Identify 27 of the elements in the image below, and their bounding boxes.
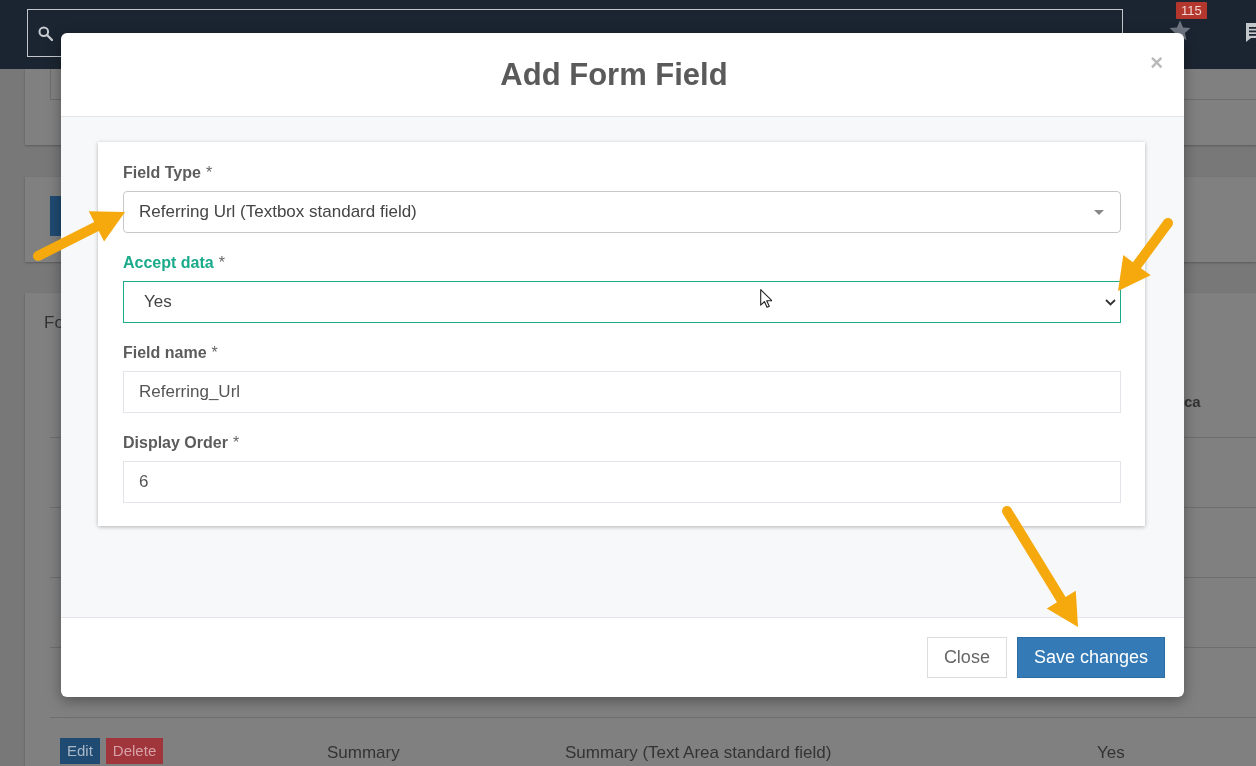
delete-button[interactable]: Delete xyxy=(105,738,164,764)
caret-icon xyxy=(1094,209,1104,215)
table-cell-text: Summary xyxy=(327,742,401,764)
table-cell-text: Yes xyxy=(1097,742,1126,764)
input-field[interactable]: Referring_Url xyxy=(123,371,1121,413)
edit-button[interactable]: Edit xyxy=(60,738,100,764)
field-label: Display Order xyxy=(123,433,228,453)
chevron-down-icon xyxy=(1105,298,1116,306)
required-mark: * xyxy=(205,163,213,183)
modal-title: Add Form Field xyxy=(500,55,728,94)
chat-icon[interactable] xyxy=(1244,22,1256,42)
required-mark: * xyxy=(211,343,218,363)
dropdown-field[interactable]: Referring Url (Textbox standard field) xyxy=(123,191,1121,233)
search-icon xyxy=(38,26,53,41)
save-button[interactable]: Save changes xyxy=(1016,637,1165,678)
table-cell-text: Summary (Text Area standard field) xyxy=(565,742,833,764)
mouse-pointer-icon xyxy=(760,289,772,308)
dropdown-field[interactable]: Yes xyxy=(123,281,1121,323)
input-field[interactable]: 6 xyxy=(123,461,1121,503)
field-label: Field name xyxy=(123,343,207,363)
close-button[interactable]: Close xyxy=(926,637,1007,678)
field-label: Accept data xyxy=(123,253,214,273)
required-mark: * xyxy=(232,433,240,453)
field-label: Field Type xyxy=(123,163,201,183)
column-header: ca xyxy=(1184,391,1201,412)
required-mark: * xyxy=(218,253,225,273)
notification-count: 115 xyxy=(1176,2,1207,19)
